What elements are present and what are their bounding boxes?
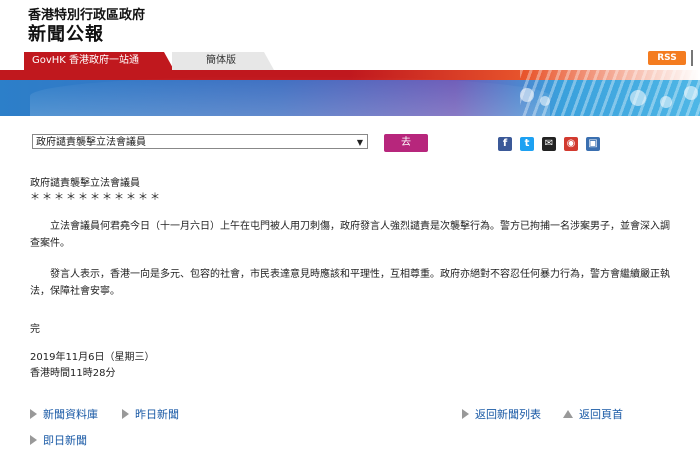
banner-bubble bbox=[630, 90, 646, 106]
header-title-line2: 新聞公報 bbox=[28, 24, 104, 45]
nav-back-list-label: 返回新聞列表 bbox=[475, 408, 541, 421]
article-paragraph-1: 立法會議員何君堯今日（十一月六日）上午在屯門被人用刀刺傷，政府發言人強烈譴責是次… bbox=[30, 221, 670, 249]
title-separator: ＊＊＊＊＊＊＊＊＊＊＊ bbox=[30, 192, 162, 203]
nav-back-top-label: 返回頁首 bbox=[579, 408, 623, 421]
arrow-right-icon bbox=[462, 409, 469, 419]
twitter-icon[interactable]: t bbox=[520, 137, 534, 151]
header-divider bbox=[691, 50, 693, 66]
weibo-icon[interactable]: ◉ bbox=[564, 137, 578, 151]
article-time: 香港時間11時28分 bbox=[30, 368, 116, 379]
nav-yesterday-label: 昨日新聞 bbox=[135, 408, 179, 421]
banner-bubble bbox=[660, 96, 672, 108]
arrow-up-icon bbox=[563, 410, 573, 418]
article-paragraph-2: 發言人表示，香港一向是多元、包容的社會，市民表達意見時應該和平理性，互相尊重。政… bbox=[30, 269, 670, 297]
rss-button[interactable]: RSS bbox=[648, 51, 686, 65]
arrow-right-icon bbox=[122, 409, 129, 419]
arrow-right-icon bbox=[30, 435, 37, 445]
article-title: 政府譴責襲擊立法會議員 bbox=[30, 178, 140, 189]
article-selector[interactable]: 政府譴責襲擊立法會議員 ▼ bbox=[32, 134, 368, 149]
article-date: 2019年11月6日（星期三） bbox=[30, 352, 155, 363]
banner-rays bbox=[520, 70, 700, 116]
nav-today-label: 即日新聞 bbox=[43, 434, 87, 447]
nav-archive[interactable]: 新聞資料庫 bbox=[30, 406, 98, 422]
nav-yesterday[interactable]: 昨日新聞 bbox=[122, 406, 179, 422]
nav-archive-label: 新聞資料庫 bbox=[43, 408, 98, 421]
nav-today[interactable]: 即日新聞 bbox=[30, 432, 87, 448]
banner-bubble bbox=[684, 86, 698, 100]
email-icon[interactable]: ✉ bbox=[542, 137, 556, 151]
tab-simplified[interactable]: 簡体版 bbox=[172, 52, 274, 70]
facebook-icon[interactable]: f bbox=[498, 137, 512, 151]
tab-govhk[interactable]: GovHK 香港政府一站通 bbox=[24, 52, 174, 70]
go-button[interactable]: 去 bbox=[384, 134, 428, 152]
dropdown-arrow-icon: ▼ bbox=[356, 138, 363, 147]
arrow-right-icon bbox=[30, 409, 37, 419]
banner-bubble bbox=[540, 96, 550, 106]
nav-back-top[interactable]: 返回頁首 bbox=[563, 406, 623, 422]
print-icon[interactable]: ▣ bbox=[586, 137, 600, 151]
header-banner bbox=[0, 70, 700, 116]
banner-bubble bbox=[520, 88, 534, 102]
article-selector-value: 政府譴責襲擊立法會議員 bbox=[36, 137, 146, 148]
article-end-mark: 完 bbox=[30, 324, 40, 335]
nav-back-list[interactable]: 返回新聞列表 bbox=[462, 406, 541, 422]
banner-sweep bbox=[30, 76, 550, 116]
